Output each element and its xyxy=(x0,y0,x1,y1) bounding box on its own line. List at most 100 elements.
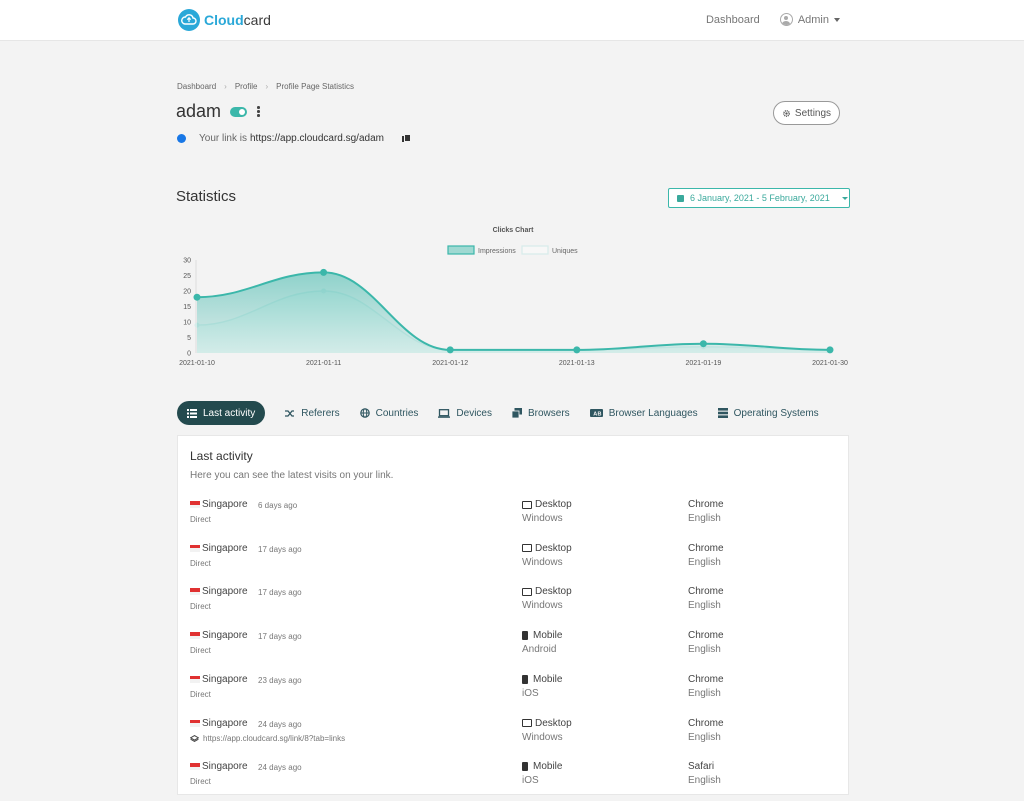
profile-active-toggle[interactable] xyxy=(230,106,248,117)
tab-browser-languages[interactable]: A B Browser Languages xyxy=(589,401,698,425)
profile-title: adam xyxy=(176,101,260,122)
x-tick-label: 2021-01-19 xyxy=(685,360,721,367)
user-name: Admin xyxy=(797,13,829,26)
tab-countries[interactable]: Countries xyxy=(359,401,418,425)
legend-swatch-1[interactable] xyxy=(521,245,549,255)
data-point-impressions[interactable] xyxy=(699,340,707,348)
tab-last-activity[interactable]: Last activity xyxy=(177,401,266,425)
tab-label: Browsers xyxy=(528,407,570,419)
mobile-icon xyxy=(522,762,528,772)
singapore-flag-icon xyxy=(190,719,200,727)
profile-name: adam xyxy=(176,101,222,121)
data-point-impressions[interactable] xyxy=(446,346,454,354)
activity-source-text: Direct xyxy=(190,689,211,699)
user-avatar-icon xyxy=(779,13,793,26)
activity-country: Singapore xyxy=(202,761,248,773)
activity-source-text: Direct xyxy=(190,777,211,787)
y-tick-label: 10 xyxy=(183,320,191,327)
activity-time: 6 days ago xyxy=(258,501,298,510)
activity-country: Singapore xyxy=(202,673,248,685)
activity-source-text: Direct xyxy=(190,646,211,656)
caret-down-icon xyxy=(834,17,840,22)
activity-row: Singapore 17 days ago Direct Desktop Windows… xyxy=(178,586,848,626)
browsers-icon xyxy=(512,408,522,418)
activity-source: Direct xyxy=(190,646,211,655)
settings-button[interactable]: Settings xyxy=(773,101,840,125)
copy-icon[interactable] xyxy=(401,134,411,143)
user-menu[interactable]: Admin xyxy=(779,13,840,26)
more-options-icon[interactable] xyxy=(257,106,260,117)
activity-device: Mobile xyxy=(522,761,562,772)
activity-browser: Chrome xyxy=(688,630,724,642)
activity-language: English xyxy=(688,556,721,568)
clicks-chart: Clicks Chart Impressions Uniques 0 5 10 15 20… xyxy=(179,227,848,367)
tab-label: Referers xyxy=(301,407,340,419)
singapore-flag-icon xyxy=(190,588,200,596)
nav-dashboard-link[interactable]: Dashboard xyxy=(706,14,760,26)
activity-time: 17 days ago xyxy=(258,588,302,598)
activity-device: Desktop xyxy=(522,499,572,510)
activity-source[interactable]: https://app.cloudcard.sg/link/8?tab=link… xyxy=(190,734,345,743)
activity-language: English xyxy=(688,687,721,699)
singapore-flag-icon xyxy=(190,544,200,552)
activity-os: iOS xyxy=(522,687,539,699)
tab-operating-systems[interactable]: Operating Systems xyxy=(717,401,819,425)
tab-devices[interactable]: Devices xyxy=(438,401,492,425)
activity-row: Singapore 24 days ago Direct Mobile iOS Safar… xyxy=(178,761,848,801)
breadcrumb-dashboard[interactable]: Dashboard xyxy=(177,82,216,91)
legend-swatch-0[interactable] xyxy=(447,245,475,255)
activity-title: Last activity xyxy=(190,449,253,463)
breadcrumb-separator-icon: › xyxy=(224,82,227,91)
activity-source: Direct xyxy=(190,777,211,786)
breadcrumb-profile[interactable]: Profile xyxy=(235,82,258,91)
settings-label: Settings xyxy=(794,107,832,119)
chart-legend: Impressions Uniques xyxy=(447,245,578,255)
last-activity-card: Last activity Here you can see the lates… xyxy=(177,435,849,795)
tab-label: Devices xyxy=(456,407,492,419)
activity-device: Mobile xyxy=(522,674,562,685)
date-range-picker[interactable]: 6 January, 2021 - 5 February, 2021 xyxy=(668,188,850,208)
activity-os: Windows xyxy=(522,600,563,612)
tab-browsers[interactable]: Browsers xyxy=(512,401,570,425)
data-point-impressions[interactable] xyxy=(193,293,201,301)
activity-browser: Chrome xyxy=(688,717,724,729)
singapore-flag-icon xyxy=(190,763,200,771)
activity-device: Desktop xyxy=(522,543,572,554)
activity-device-text: Desktop xyxy=(535,717,572,729)
breadcrumb: Dashboard › Profile › Profile Page Stati… xyxy=(177,82,354,91)
legend-label-0: Impressions xyxy=(478,248,516,255)
mobile-icon xyxy=(522,674,528,684)
top-navbar: Cloudcard Dashboard Admin xyxy=(0,0,1024,41)
activity-row: Singapore 17 days ago Direct Mobile Android C… xyxy=(178,630,848,670)
activity-time: 17 days ago xyxy=(258,544,302,554)
cloudcard-logo[interactable]: Cloudcard xyxy=(178,9,271,31)
activity-language: English xyxy=(688,731,721,743)
activity-os: Windows xyxy=(522,731,563,743)
activity-source: Direct xyxy=(190,559,211,568)
x-tick-label: 2021-01-11 xyxy=(306,360,341,367)
activity-time: 23 days ago xyxy=(258,675,302,685)
gear-icon xyxy=(783,109,790,117)
cloud-icon xyxy=(178,9,200,31)
logo-text: Cloudcard xyxy=(204,12,271,28)
data-point-impressions[interactable] xyxy=(826,346,834,354)
profile-link-url[interactable]: https://app.cloudcard.sg/adam xyxy=(250,133,384,144)
activity-time: 24 days ago xyxy=(258,719,302,729)
data-point-impressions[interactable] xyxy=(573,346,581,354)
series-area-impressions xyxy=(197,272,830,353)
x-tick-label: 2021-01-10 xyxy=(179,360,215,367)
legend-label-1: Uniques xyxy=(552,248,578,255)
tab-referers[interactable]: Referers xyxy=(285,401,340,425)
status-dot-icon xyxy=(177,134,186,143)
top-nav: Dashboard Admin xyxy=(706,13,840,26)
singapore-flag-icon xyxy=(190,675,200,683)
data-point-impressions[interactable] xyxy=(320,268,328,276)
shuffle-icon xyxy=(285,409,295,418)
activity-os: iOS xyxy=(522,775,539,787)
activity-country: Singapore xyxy=(202,586,248,598)
statistics-tabs: Last activity Referers Countries Devices Bro… xyxy=(177,401,839,425)
activity-language: English xyxy=(688,513,721,524)
activity-country: Singapore xyxy=(202,542,248,554)
statistics-heading: Statistics xyxy=(176,188,237,205)
activity-source-text: https://app.cloudcard.sg/link/8?tab=link… xyxy=(203,733,346,743)
